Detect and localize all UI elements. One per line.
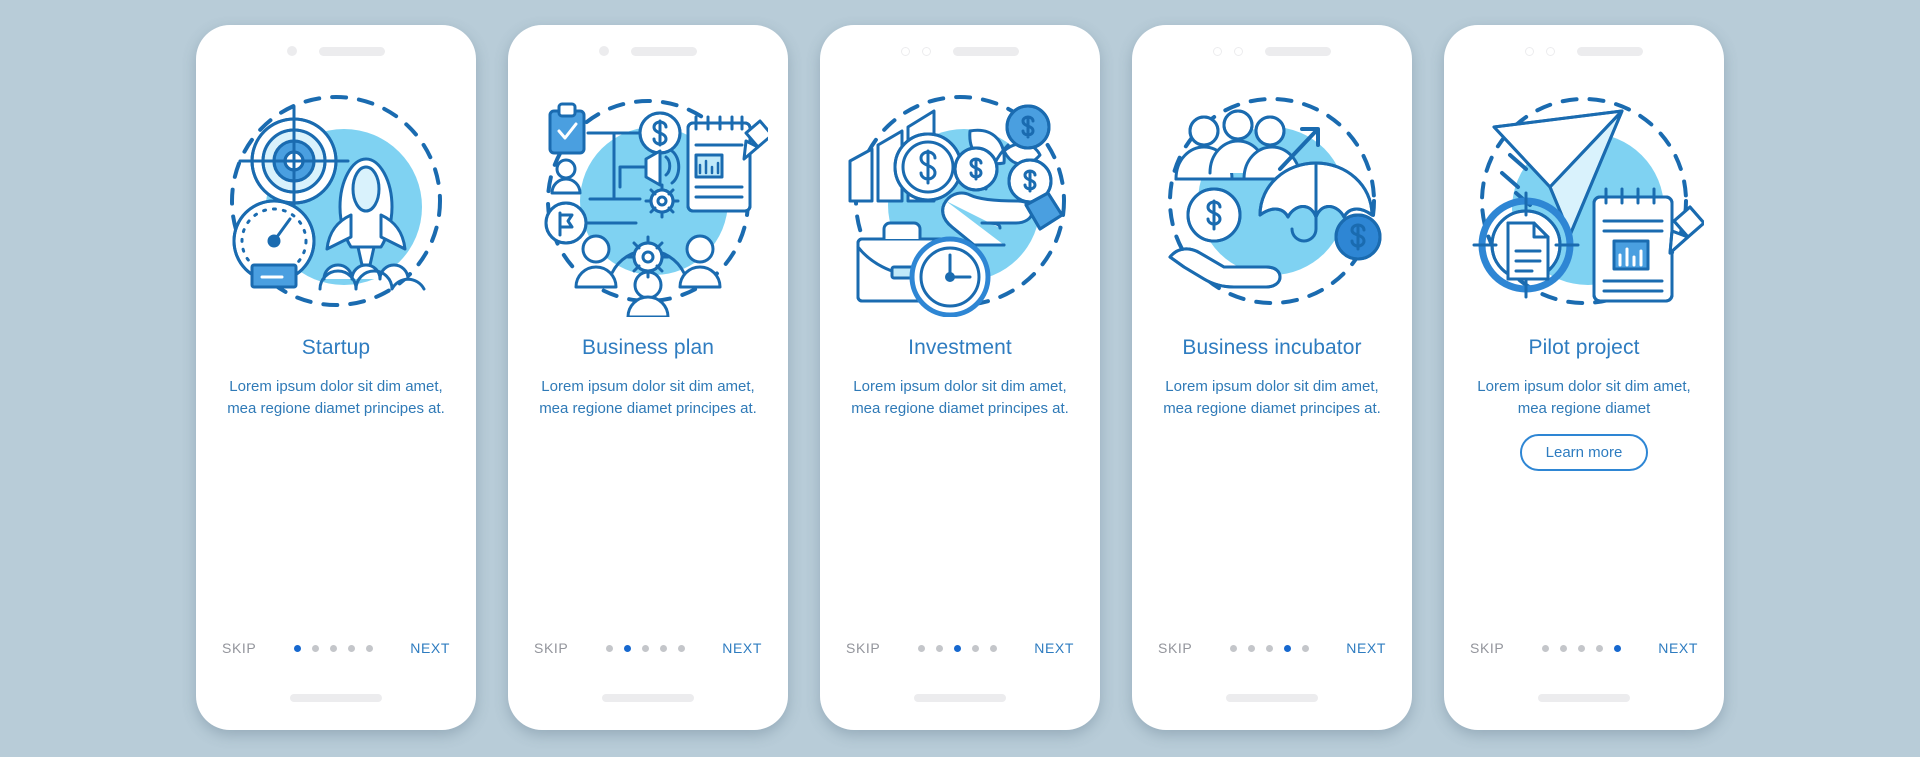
pagination-dots [293, 644, 373, 652]
status-speaker-bar [953, 46, 1019, 56]
investment-hand-money-plant-illustration [840, 89, 1080, 317]
pagination-dot[interactable] [1559, 644, 1567, 652]
pagination-dot[interactable] [677, 644, 685, 652]
pagination-dot[interactable] [365, 644, 373, 652]
screen-title: Business plan [581, 336, 715, 359]
pagination-dot[interactable] [1247, 644, 1255, 652]
status-speaker-bar [631, 46, 697, 56]
screen-title: Startup [301, 336, 371, 359]
pagination-dot[interactable] [311, 644, 319, 652]
home-indicator [1226, 694, 1318, 702]
home-indicator [914, 694, 1006, 702]
onboarding-nav: SKIP NEXT [820, 640, 1100, 656]
pagination-dot[interactable] [917, 644, 925, 652]
screen-title: Business incubator [1182, 336, 1362, 359]
status-ring-icon [901, 46, 910, 56]
business-plan-flowchart-illustration [528, 89, 768, 317]
screen-description: Lorem ipsum dolor sit dim amet, mea regi… [1163, 377, 1381, 418]
next-button[interactable]: NEXT [1658, 640, 1698, 656]
onboarding-screen-1: Startup Lorem ipsum dolor sit dim amet, m… [196, 25, 476, 730]
status-bar [1132, 25, 1412, 71]
status-ring-icon [1525, 46, 1534, 56]
pagination-dot[interactable] [1577, 644, 1585, 652]
onboarding-nav: SKIP NEXT [1132, 640, 1412, 656]
screen-title: Investment [908, 336, 1012, 359]
status-bar [508, 25, 788, 71]
pagination-dot-active[interactable] [623, 644, 631, 652]
screen-description: Lorem ipsum dolor sit dim amet, mea regi… [851, 377, 1069, 418]
onboarding-nav: SKIP NEXT [508, 640, 788, 656]
next-button[interactable]: NEXT [722, 640, 762, 656]
pagination-dot-active[interactable] [1283, 644, 1291, 652]
status-ring-icon [1213, 46, 1222, 56]
pagination-dot[interactable] [1595, 644, 1603, 652]
onboarding-screen-5: Pilot project Lorem ipsum dolor sit dim a… [1444, 25, 1724, 730]
pagination-dot-active[interactable] [293, 644, 301, 652]
screen-description: Lorem ipsum dolor sit dim amet, mea regi… [539, 377, 757, 418]
next-button[interactable]: NEXT [1034, 640, 1074, 656]
pagination-dot[interactable] [659, 644, 667, 652]
pagination-dot[interactable] [989, 644, 997, 652]
business-incubator-umbrella-illustration [1152, 89, 1392, 317]
screen-title: Pilot project [1528, 336, 1640, 359]
pagination-dot[interactable] [605, 644, 613, 652]
status-bar [820, 25, 1100, 71]
pagination-dot[interactable] [1301, 644, 1309, 652]
next-button[interactable]: NEXT [410, 640, 450, 656]
onboarding-nav: SKIP NEXT [1444, 640, 1724, 656]
skip-button[interactable]: SKIP [222, 640, 256, 656]
skip-button[interactable]: SKIP [1470, 640, 1504, 656]
pagination-dot[interactable] [971, 644, 979, 652]
onboarding-screens-row: Startup Lorem ipsum dolor sit dim amet, m… [0, 0, 1920, 730]
onboarding-screen-2: Business plan Lorem ipsum dolor sit dim a… [508, 25, 788, 730]
status-ring-icon [1546, 46, 1555, 56]
home-indicator [290, 694, 382, 702]
screen-description: Lorem ipsum dolor sit dim amet, mea regi… [227, 377, 445, 418]
status-dot-icon [287, 46, 297, 56]
skip-button[interactable]: SKIP [846, 640, 880, 656]
pagination-dot[interactable] [641, 644, 649, 652]
onboarding-nav: SKIP NEXT [196, 640, 476, 656]
pagination-dot-active[interactable] [1613, 644, 1621, 652]
pagination-dot[interactable] [935, 644, 943, 652]
home-indicator [602, 694, 694, 702]
status-bar [196, 25, 476, 71]
pagination-dot[interactable] [1229, 644, 1237, 652]
skip-button[interactable]: SKIP [1158, 640, 1192, 656]
pagination-dots [917, 644, 997, 652]
status-speaker-bar [319, 46, 385, 56]
status-speaker-bar [1265, 46, 1331, 56]
pagination-dot-active[interactable] [953, 644, 961, 652]
pagination-dot[interactable] [329, 644, 337, 652]
onboarding-screen-4: Business incubator Lorem ipsum dolor sit … [1132, 25, 1412, 730]
pagination-dots [1541, 644, 1621, 652]
status-speaker-bar [1577, 46, 1643, 56]
pagination-dot[interactable] [1541, 644, 1549, 652]
pilot-project-paper-plane-illustration [1464, 89, 1704, 317]
onboarding-screen-3: Investment Lorem ipsum dolor sit dim amet… [820, 25, 1100, 730]
startup-rocket-target-illustration [216, 89, 456, 317]
pagination-dots [1229, 644, 1309, 652]
status-ring-icon [1234, 46, 1243, 56]
next-button[interactable]: NEXT [1346, 640, 1386, 656]
screen-description: Lorem ipsum dolor sit dim amet, mea regi… [1477, 377, 1691, 418]
pagination-dot[interactable] [1265, 644, 1273, 652]
status-dot-icon [599, 46, 609, 56]
learn-more-button[interactable]: Learn more [1519, 434, 1649, 472]
home-indicator [1538, 694, 1630, 702]
status-bar [1444, 25, 1724, 71]
pagination-dots [605, 644, 685, 652]
status-ring-icon [922, 46, 931, 56]
skip-button[interactable]: SKIP [534, 640, 568, 656]
pagination-dot[interactable] [347, 644, 355, 652]
